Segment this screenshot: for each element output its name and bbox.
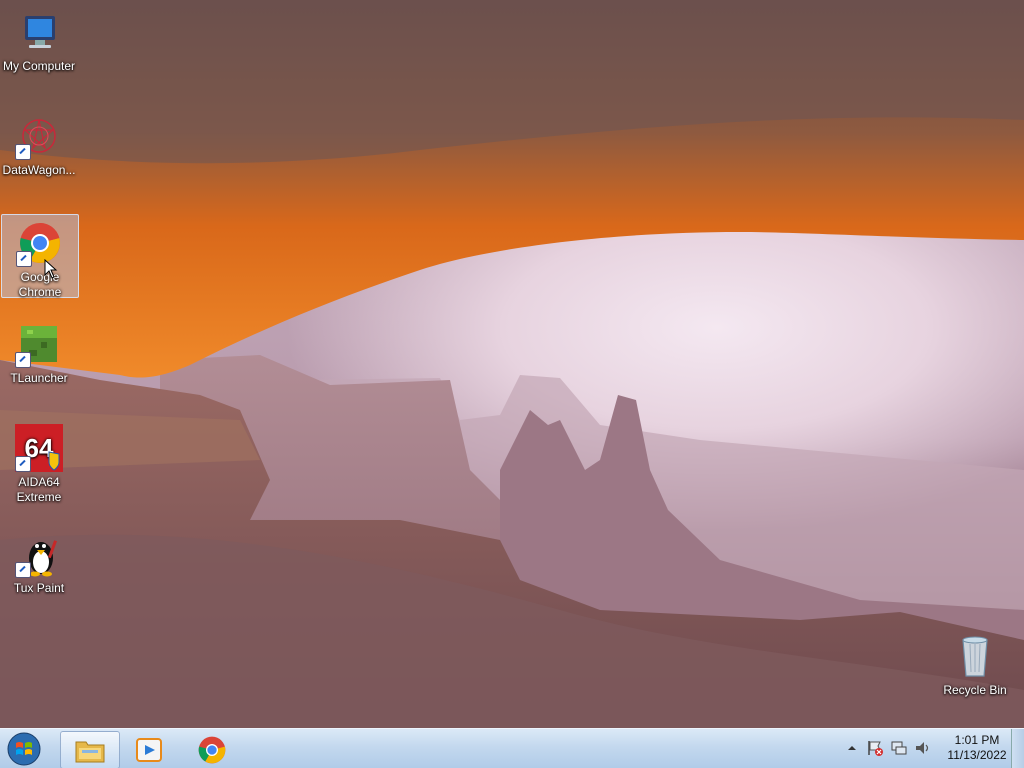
windows-start-icon [7,732,41,766]
taskbar-media-player-button[interactable] [120,731,178,767]
taskbar: 1:01 PM 11/13/2022 [0,728,1024,768]
recycle-bin-icon [951,632,999,680]
clock-time: 1:01 PM [954,733,1000,747]
icon-label-line2: Chrome [18,285,62,299]
icon-label: Tux Paint [13,581,65,595]
shortcut-arrow-icon [15,562,31,578]
start-button[interactable] [5,731,43,767]
desktop-icon-tlauncher[interactable]: TLauncher [1,316,77,386]
clock-date: 11/13/2022 [947,748,1007,762]
mouse-cursor-icon [44,259,58,279]
icon-label-line2: Extreme [16,490,62,504]
datawagon-icon [15,112,63,160]
icon-label: DataWagon... [2,163,76,177]
taskbar-chrome-button[interactable] [183,731,241,767]
chrome-icon [198,736,226,764]
action-center-flag-icon[interactable] [866,739,884,757]
desktop-icon-datawagon[interactable]: DataWagon... [1,108,77,178]
show-hidden-icons-arrow[interactable] [843,739,861,757]
desktop-icon-google-chrome[interactable]: Google Chrome [1,214,79,299]
taskbar-explorer-button[interactable] [60,731,120,768]
icon-label: Recycle Bin [943,683,1007,697]
icon-label: My Computer [2,59,76,73]
desktop-icon-recycle-bin[interactable]: Recycle Bin [937,628,1013,698]
desktop[interactable]: My Computer DataWagon... Google Chrome T… [0,0,1024,728]
media-player-icon [136,738,162,762]
computer-icon [15,8,63,56]
show-desktop-button[interactable] [1011,729,1024,768]
aida64-icon: 64 [15,424,63,472]
icon-label: TLauncher [10,371,68,385]
icon-label-line1: AIDA64 [18,475,60,489]
desktop-icon-aida64[interactable]: 64 AIDA64 Extreme [1,420,77,505]
shortcut-arrow-icon [15,352,31,368]
shortcut-arrow-icon [16,251,32,267]
desktop-icon-my-computer[interactable]: My Computer [1,4,77,74]
shortcut-arrow-icon [15,144,31,160]
clock[interactable]: 1:01 PM 11/13/2022 [942,733,1012,763]
network-icon[interactable] [890,739,908,757]
tux-paint-icon [15,530,63,578]
volume-icon[interactable] [914,739,932,757]
folder-icon [75,741,105,763]
tlauncher-icon [15,320,63,368]
shortcut-arrow-icon [15,456,31,472]
wallpaper-image [0,0,1024,728]
icon-label-line1: Google [20,270,60,284]
desktop-icon-tux-paint[interactable]: Tux Paint [1,526,77,596]
